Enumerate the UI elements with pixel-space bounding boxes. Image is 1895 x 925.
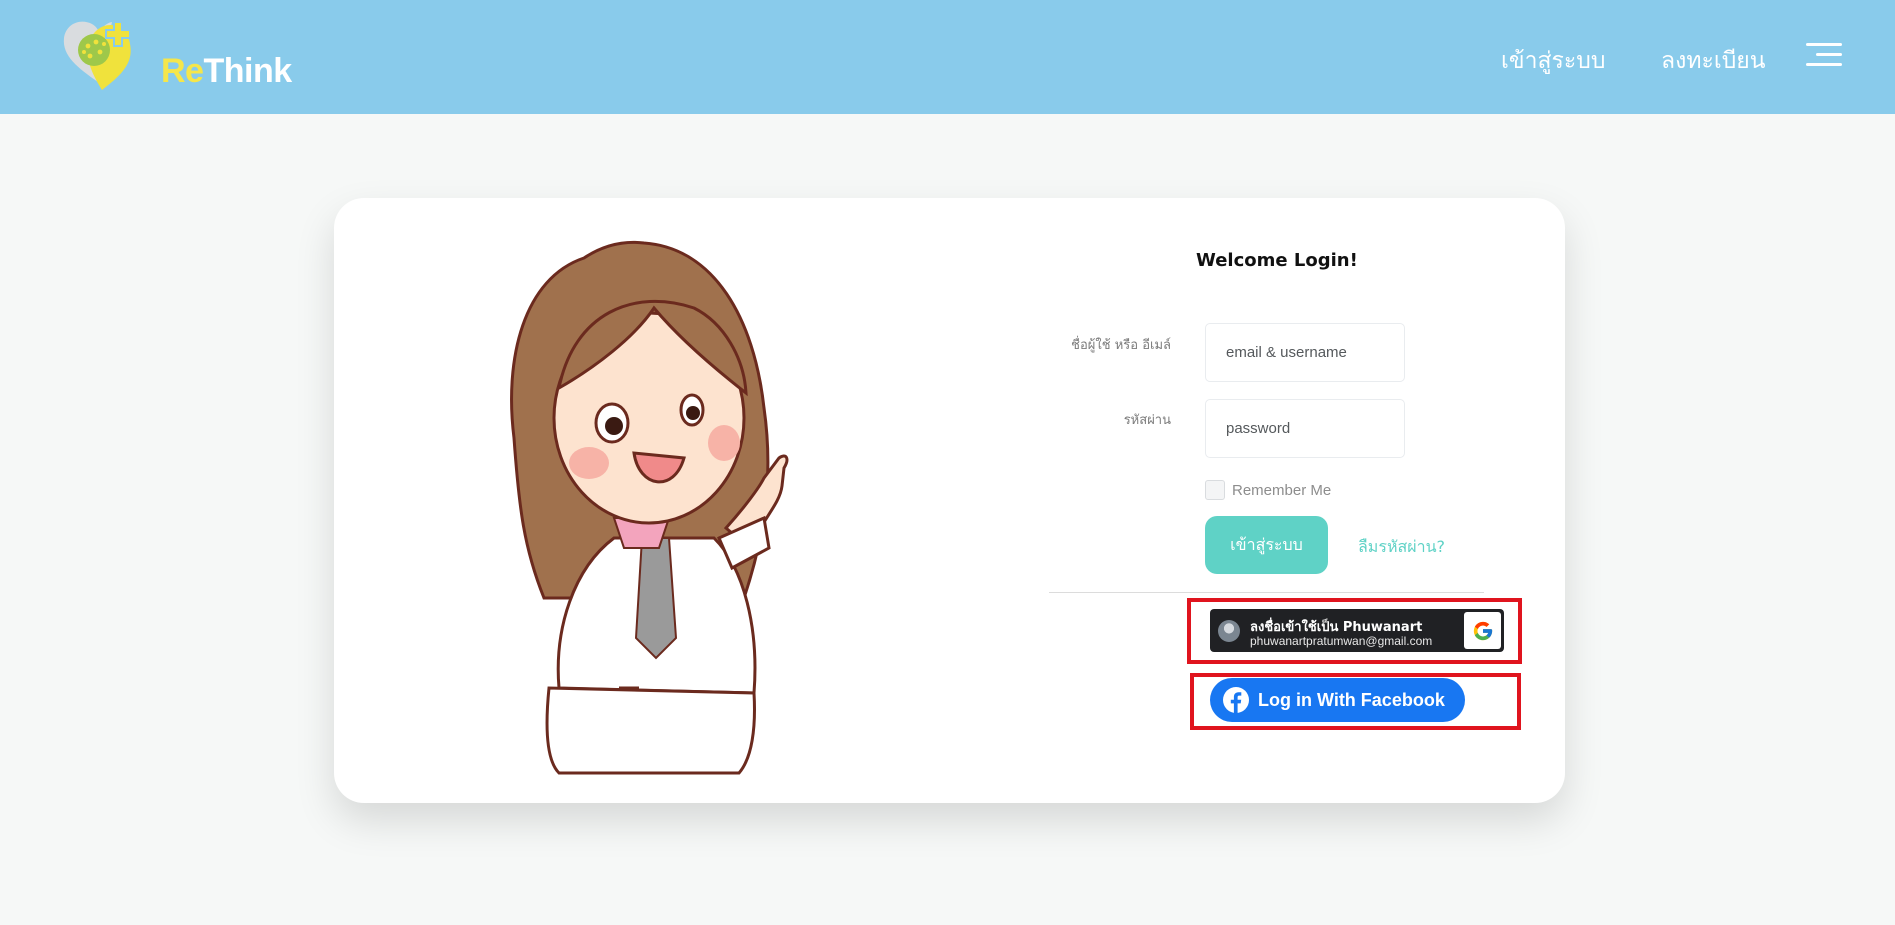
welcome-title: Welcome Login! (1196, 250, 1358, 271)
navbar: ReThink เข้าสู่ระบบ ลงทะเบียน (0, 0, 1895, 114)
nav-login-link[interactable]: เข้าสู่ระบบ (1501, 43, 1605, 79)
brand-name-part1: Re (161, 52, 204, 90)
login-card: Welcome Login! ชื่อผู้ใช้ หรือ อีเมล์ รห… (334, 198, 1565, 803)
remember-me-label: Remember Me (1232, 481, 1332, 499)
nav-register-link[interactable]: ลงทะเบียน (1661, 43, 1766, 79)
hamburger-menu-icon[interactable] (1806, 43, 1842, 67)
remember-me[interactable]: Remember Me (1205, 480, 1331, 500)
facebook-login-label: Log in With Facebook (1258, 689, 1445, 710)
facebook-login-button[interactable]: Log in With Facebook (1210, 678, 1465, 722)
username-input[interactable] (1205, 323, 1405, 382)
password-input[interactable] (1205, 399, 1405, 458)
google-signin-email: phuwanartpratumwan@gmail.com (1250, 634, 1433, 648)
divider (1049, 592, 1484, 593)
password-label: รหัสผ่าน (1123, 413, 1171, 428)
remember-me-checkbox[interactable] (1205, 480, 1225, 500)
facebook-icon (1223, 687, 1249, 713)
google-g-icon (1464, 612, 1501, 649)
google-signin-button[interactable]: ลงชื่อเข้าใช้เป็น Phuwanart phuwanartpra… (1210, 609, 1504, 652)
user-avatar (1218, 620, 1240, 642)
doctor-girl-illustration (510, 240, 789, 775)
login-submit-button[interactable]: เข้าสู่ระบบ (1205, 516, 1328, 574)
forgot-password-link[interactable]: ลืมรหัสผ่าน? (1358, 535, 1445, 560)
rethink-logo[interactable]: ReThink (60, 16, 292, 96)
brand-name-part2: Think (203, 52, 292, 90)
brand-name: ReThink (161, 52, 292, 91)
username-label: ชื่อผู้ใช้ หรือ อีเมล์ (1071, 338, 1171, 353)
brain-heart-logo-icon (63, 21, 131, 91)
